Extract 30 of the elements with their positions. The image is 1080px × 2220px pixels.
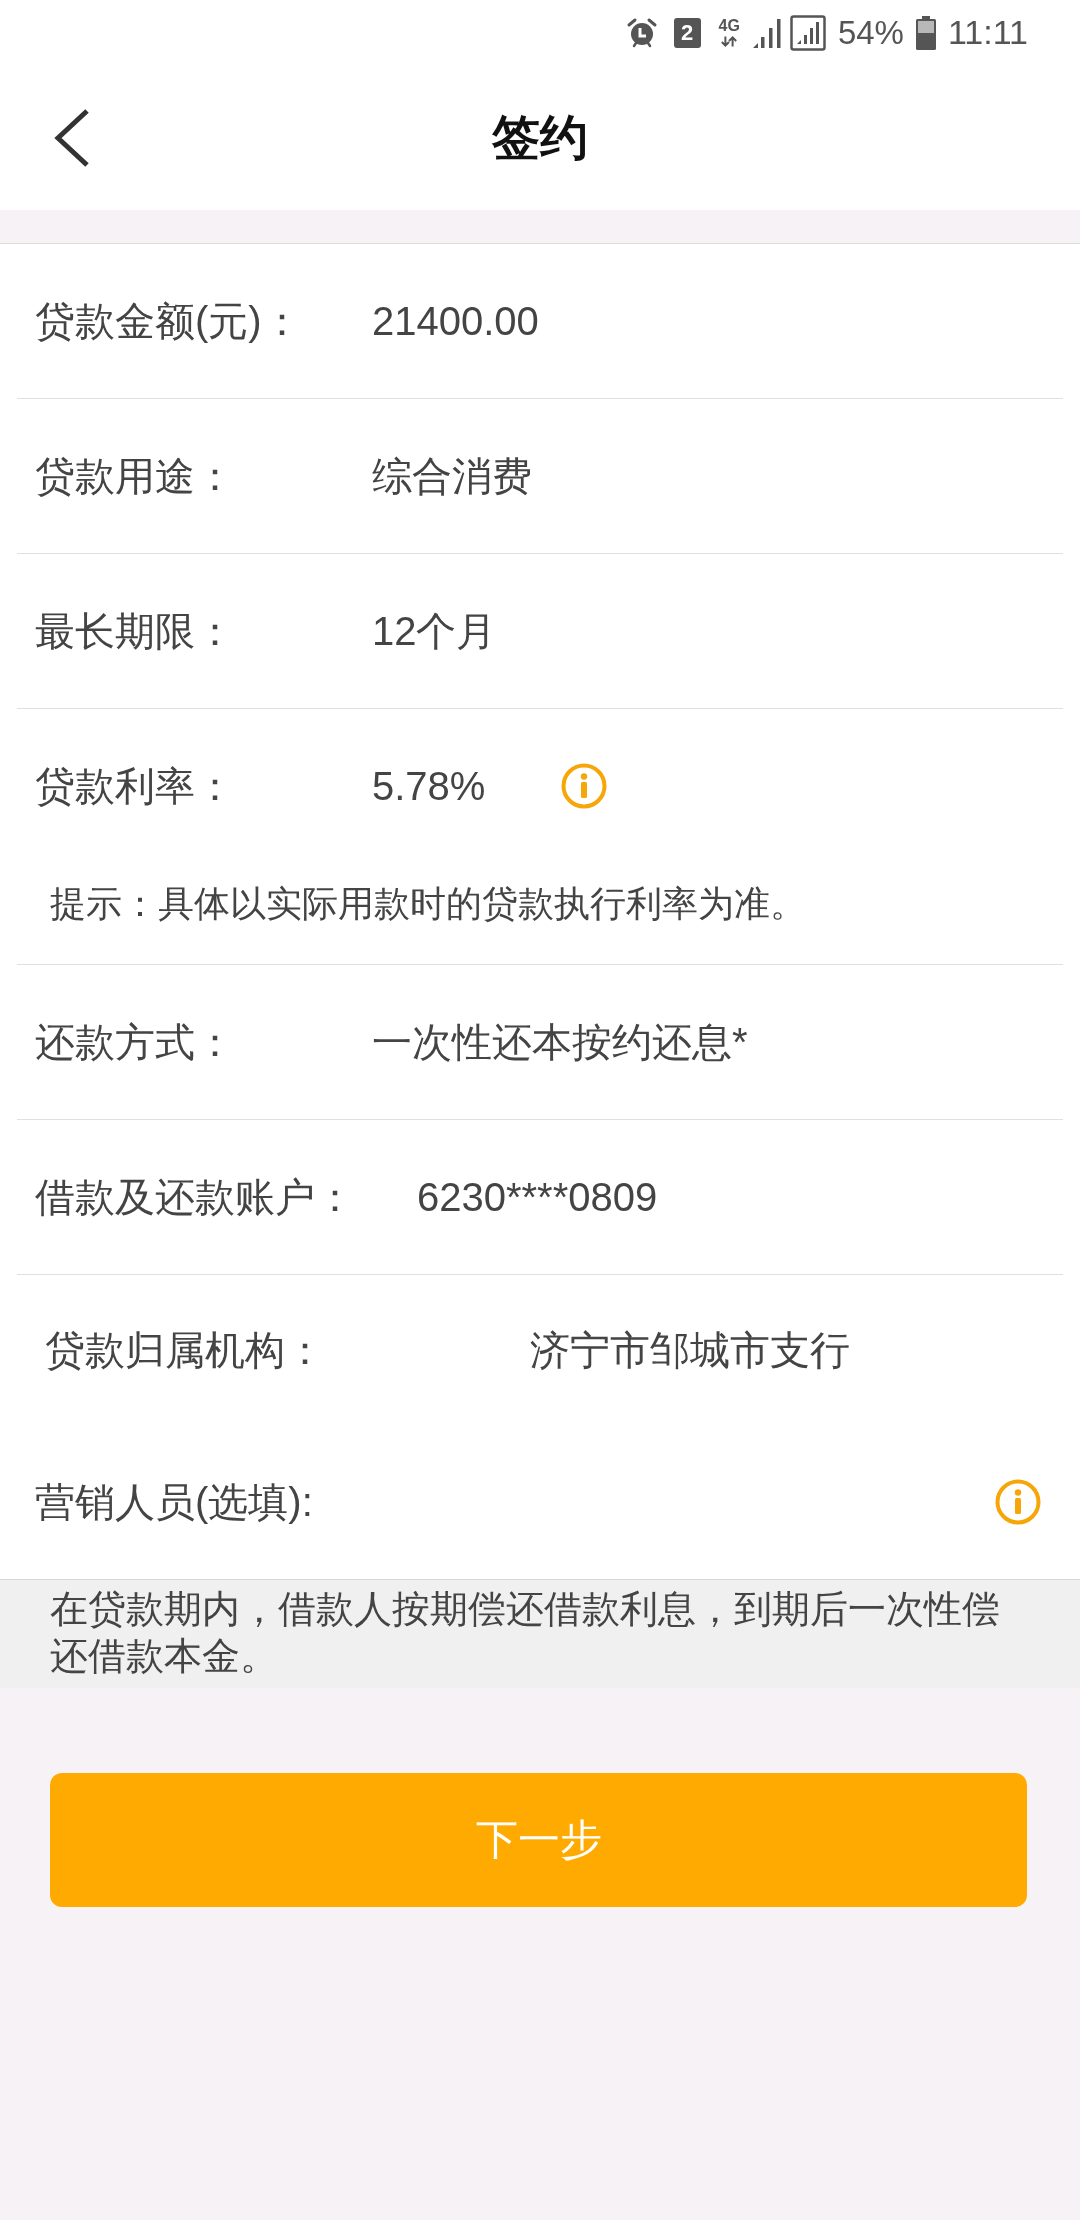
field-label: 最长期限： [35,607,236,655]
field-value: 一次性还本按约还息* [372,1018,748,1066]
field-value: 6230****0809 [417,1174,658,1220]
battery-percent: 54% [837,13,904,52]
hint-text: 提示：具体以实际用款时的贷款执行利率为准。 [49,882,807,926]
sim-card-badge: 2 [673,17,701,48]
field-value: 21400.00 [372,298,539,344]
signal-icon [751,16,782,49]
field-label: 还款方式： [35,1018,236,1066]
page-title: 签约 [492,109,588,166]
field-label: 贷款归属机构： [45,1326,326,1374]
field-value: 12个月 [372,607,497,655]
info-icon[interactable] [995,1479,1041,1525]
next-step-button[interactable]: 下一步 [50,1773,1027,1907]
field-label: 贷款金额(元)： [35,297,303,345]
repayment-note-text: 在贷款期内，借款人按期偿还借款利息，到期后一次性偿还借款本金。 [50,1587,1001,1679]
field-value: 综合消费 [372,452,532,500]
field-label: 贷款用途： [35,452,236,500]
clock-time: 11:11 [947,13,1028,52]
battery-icon [915,15,936,50]
alarm-clock-icon [625,16,658,49]
data-arrows-icon [720,36,739,47]
network-type-label: 4G [718,18,740,34]
field-label: 借款及还款账户： [35,1173,355,1221]
field-value: 5.78% [372,763,486,809]
field-value: 济宁市邹城市支行 [530,1326,850,1374]
field-label: 营销人员(选填): [35,1478,313,1526]
info-icon[interactable] [561,763,608,809]
signal-boxed-icon [789,14,826,51]
field-label: 贷款利率： [35,762,236,810]
